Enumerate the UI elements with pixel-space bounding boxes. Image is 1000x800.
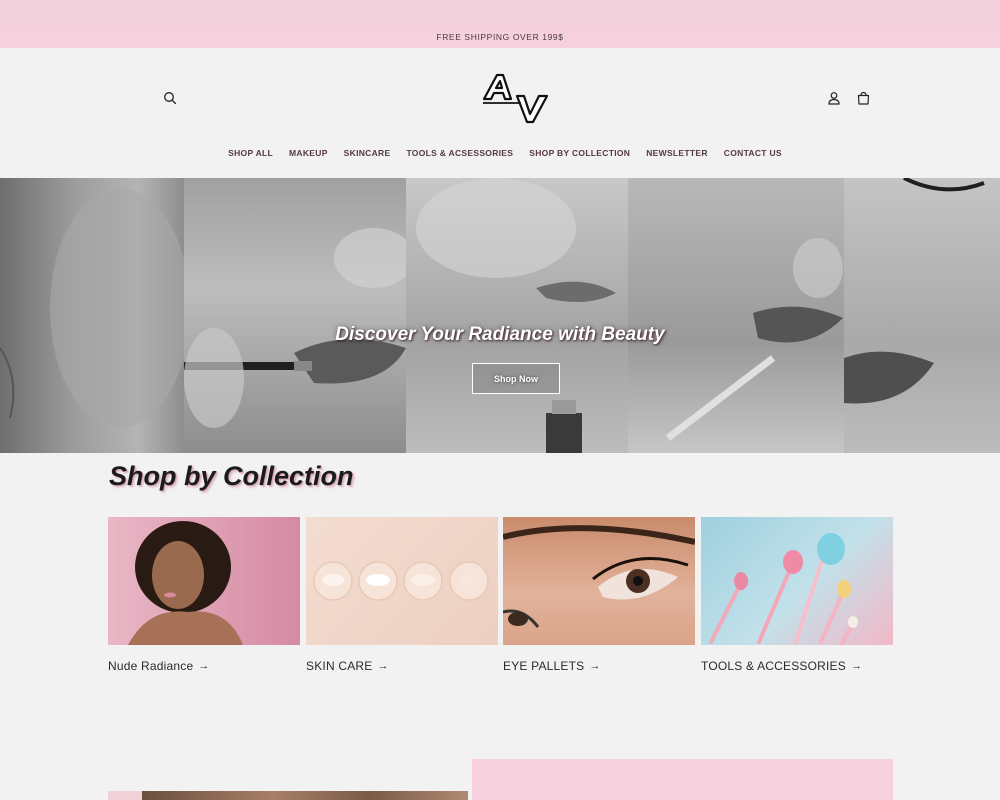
- brand-logo[interactable]: [481, 72, 551, 126]
- collection-label[interactable]: TOOLS & ACCESSORIES: [701, 659, 846, 673]
- collection-card-nude-radiance[interactable]: Nude Radiance →: [108, 517, 300, 673]
- shop-now-button[interactable]: Shop Now: [472, 363, 560, 394]
- nav-shop-by-collection[interactable]: SHOP BY COLLECTION: [529, 148, 630, 158]
- collection-image[interactable]: [306, 517, 498, 645]
- collection-image[interactable]: [108, 517, 300, 645]
- announcement-text: FREE SHIPPING OVER 199$: [436, 31, 564, 42]
- top-strip: [0, 0, 1000, 25]
- search-button[interactable]: [159, 87, 181, 109]
- collection-image[interactable]: [701, 517, 893, 645]
- collection-label[interactable]: EYE PALLETS: [503, 659, 584, 673]
- arrow-right-icon: →: [850, 660, 863, 672]
- hero-image-panel: [406, 178, 628, 453]
- account-button[interactable]: [823, 87, 845, 109]
- hero-image-panel: [184, 178, 406, 453]
- hero-banner: Discover Your Radiance with Beauty Shop …: [0, 178, 1000, 453]
- collection-label[interactable]: SKIN CARE: [306, 659, 372, 673]
- cart-button[interactable]: [852, 87, 874, 109]
- search-icon: [164, 92, 177, 105]
- announcement-bar: FREE SHIPPING OVER 199$: [0, 25, 1000, 48]
- hero-image-panel: [0, 178, 184, 453]
- hero-title: Discover Your Radiance with Beauty: [335, 324, 665, 345]
- site-header: SHOP ALL MAKEUP SKINCARE TOOLS & ACSESSO…: [0, 48, 1000, 178]
- featured-image: [108, 791, 468, 800]
- collection-card-eye-pallets[interactable]: EYE PALLETS →: [503, 517, 695, 673]
- nav-contact-us[interactable]: CONTACT US: [724, 148, 782, 158]
- nav-makeup[interactable]: MAKEUP: [289, 148, 328, 158]
- hero-image-panel: [844, 178, 1000, 453]
- arrow-right-icon: →: [198, 660, 210, 672]
- arrow-right-icon: →: [589, 660, 601, 672]
- account-icon: [828, 92, 840, 105]
- collection-label[interactable]: Nude Radiance: [108, 659, 193, 673]
- main-nav: SHOP ALL MAKEUP SKINCARE TOOLS & ACSESSO…: [0, 148, 1000, 158]
- arrow-right-icon: →: [377, 660, 389, 672]
- cart-icon: [857, 91, 869, 105]
- nav-newsletter[interactable]: NEWSLETTER: [646, 148, 708, 158]
- collection-card-skin-care[interactable]: SKIN CARE →: [306, 517, 498, 673]
- collection-image[interactable]: [503, 517, 695, 645]
- nav-shop-all[interactable]: SHOP ALL: [228, 148, 273, 158]
- featured-text-panel: [472, 759, 893, 800]
- nav-tools-accessories[interactable]: TOOLS & ACSESSORIES: [406, 148, 513, 158]
- hero-image-panel: [628, 178, 844, 453]
- collection-section-title: Shop by Collection: [109, 461, 354, 491]
- nav-skincare[interactable]: SKINCARE: [344, 148, 391, 158]
- collection-card-tools-accessories[interactable]: TOOLS & ACCESSORIES →: [701, 517, 893, 673]
